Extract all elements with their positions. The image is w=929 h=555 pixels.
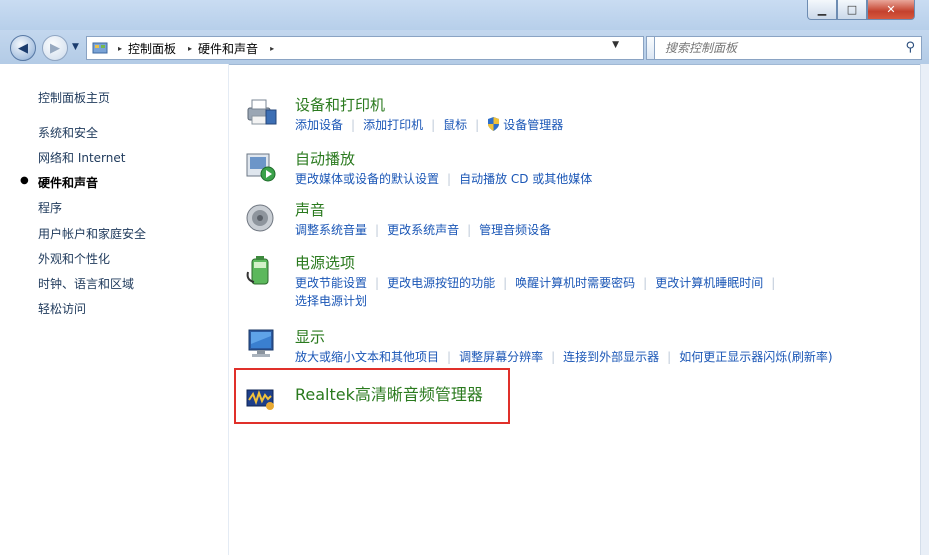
link-divider: | — [667, 350, 672, 364]
link-connect-external-display[interactable]: 连接到外部显示器 — [563, 350, 659, 364]
category-title[interactable]: 声音 — [295, 199, 325, 220]
link-divider: | — [467, 223, 472, 237]
category-title[interactable]: 自动播放 — [295, 148, 355, 169]
forward-arrow-icon: ▶ — [50, 40, 60, 56]
speaker-icon[interactable] — [244, 201, 278, 233]
category-links: 放大或缩小文本和其他项目 | 调整屏幕分辨率 | 连接到外部显示器 | 如何更正显示器闪烁(… — [295, 348, 833, 366]
navigation-bar: ◀ ▶ ▼ ▸ 控制面板 ▸ 硬件和声音 ▸ ▼ ⇆ ⚲ — [0, 30, 929, 65]
window-right-border — [920, 64, 929, 555]
address-bar[interactable]: ▸ 控制面板 ▸ 硬件和声音 ▸ ▼ — [86, 36, 644, 60]
back-button[interactable]: ◀ — [10, 35, 36, 61]
sidebar-item-clock-region[interactable]: 时钟、语言和区域 — [38, 275, 134, 292]
control-panel-icon — [92, 42, 108, 54]
forward-button[interactable]: ▶ — [42, 35, 68, 61]
link-divider: | — [475, 118, 480, 132]
sidebar-item-hardware-sound[interactable]: 硬件和声音 — [38, 174, 98, 191]
sidebar-divider — [228, 64, 229, 555]
autoplay-icon[interactable] — [244, 150, 278, 182]
link-adjust-volume[interactable]: 调整系统音量 — [295, 223, 367, 237]
sidebar-item-home[interactable]: 控制面板主页 — [38, 89, 110, 106]
link-divider: | — [375, 223, 380, 237]
link-require-password[interactable]: 唤醒计算机时需要密码 — [515, 276, 635, 290]
link-change-sounds[interactable]: 更改系统声音 — [387, 223, 459, 237]
search-box[interactable]: ⚲ — [654, 36, 922, 60]
minimize-button[interactable]: ▁ — [807, 0, 837, 20]
link-divider: | — [551, 350, 556, 364]
category-links: 更改媒体或设备的默认设置 | 自动播放 CD 或其他媒体 — [295, 170, 592, 188]
category-links: 添加设备 | 添加打印机 | 鼠标 | 设备管理器 — [295, 116, 563, 134]
link-zoom-text[interactable]: 放大或缩小文本和其他项目 — [295, 350, 439, 364]
sidebar-item-user-accounts[interactable]: 用户帐户和家庭安全 — [38, 225, 146, 242]
sidebar-item-system-security[interactable]: 系统和安全 — [38, 124, 98, 141]
link-divider: | — [771, 276, 776, 290]
link-divider: | — [431, 118, 436, 132]
link-divider: | — [375, 276, 380, 290]
sidebar: 控制面板主页 系统和安全 网络和 Internet ● 硬件和声音 程序 用户帐… — [0, 64, 228, 555]
link-change-sleep-time[interactable]: 更改计算机睡眠时间 — [655, 276, 763, 290]
category-links: 调整系统音量 | 更改系统声音 | 管理音频设备 — [295, 221, 551, 239]
link-change-media-defaults[interactable]: 更改媒体或设备的默认设置 — [295, 172, 439, 186]
breadcrumb-control-panel[interactable]: 控制面板 — [128, 40, 176, 57]
active-bullet: ● — [20, 175, 29, 186]
link-mouse[interactable]: 鼠标 — [443, 118, 467, 132]
link-divider: | — [447, 172, 452, 186]
display-icon[interactable] — [244, 328, 278, 360]
title-bar: ▁ □ ✕ — [0, 0, 929, 30]
sidebar-item-network[interactable]: 网络和 Internet — [38, 149, 125, 166]
link-manage-audio-devices[interactable]: 管理音频设备 — [479, 223, 551, 237]
sidebar-item-appearance[interactable]: 外观和个性化 — [38, 250, 110, 267]
category-title[interactable]: 设备和打印机 — [295, 94, 385, 115]
category-title[interactable]: 电源选项 — [295, 252, 355, 273]
maximize-button[interactable]: □ — [837, 0, 867, 20]
link-add-printer[interactable]: 添加打印机 — [363, 118, 423, 132]
link-autoplay-cd[interactable]: 自动播放 CD 或其他媒体 — [459, 172, 592, 186]
address-separator: ▸ — [188, 43, 193, 53]
battery-icon[interactable] — [244, 254, 278, 286]
printer-icon[interactable] — [244, 96, 278, 128]
link-add-device[interactable]: 添加设备 — [295, 118, 343, 132]
link-choose-power-plan[interactable]: 选择电源计划 — [295, 294, 367, 308]
address-dropdown-icon[interactable]: ▼ — [612, 40, 619, 50]
link-divider: | — [351, 118, 356, 132]
link-divider: | — [503, 276, 508, 290]
link-power-button-function[interactable]: 更改电源按钮的功能 — [387, 276, 495, 290]
close-button[interactable]: ✕ — [867, 0, 915, 20]
sidebar-item-programs[interactable]: 程序 — [38, 199, 62, 216]
link-divider: | — [447, 350, 452, 364]
sidebar-item-ease-of-access[interactable]: 轻松访问 — [38, 300, 86, 317]
window-controls: ▁ □ ✕ — [807, 0, 915, 20]
link-change-power-saving[interactable]: 更改节能设置 — [295, 276, 367, 290]
search-icon[interactable]: ⚲ — [905, 40, 915, 55]
link-adjust-resolution[interactable]: 调整屏幕分辨率 — [459, 350, 543, 364]
link-fix-flicker[interactable]: 如何更正显示器闪烁(刷新率) — [679, 350, 832, 364]
history-dropdown-icon[interactable]: ▼ — [72, 42, 79, 52]
shield-icon — [488, 117, 500, 131]
link-device-manager[interactable]: 设备管理器 — [503, 118, 563, 132]
back-arrow-icon: ◀ — [18, 40, 28, 56]
breadcrumb-hardware-sound[interactable]: 硬件和声音 — [198, 40, 258, 57]
category-links: 更改节能设置 | 更改电源按钮的功能 | 唤醒计算机时需要密码 | 更改计算机睡眠时间 | 选择… — [295, 274, 783, 310]
link-divider: | — [643, 276, 648, 290]
address-separator: ▸ — [270, 43, 275, 53]
address-separator: ▸ — [118, 43, 123, 53]
highlight-box — [234, 368, 510, 424]
search-input[interactable] — [663, 40, 887, 56]
category-title[interactable]: 显示 — [295, 326, 325, 347]
